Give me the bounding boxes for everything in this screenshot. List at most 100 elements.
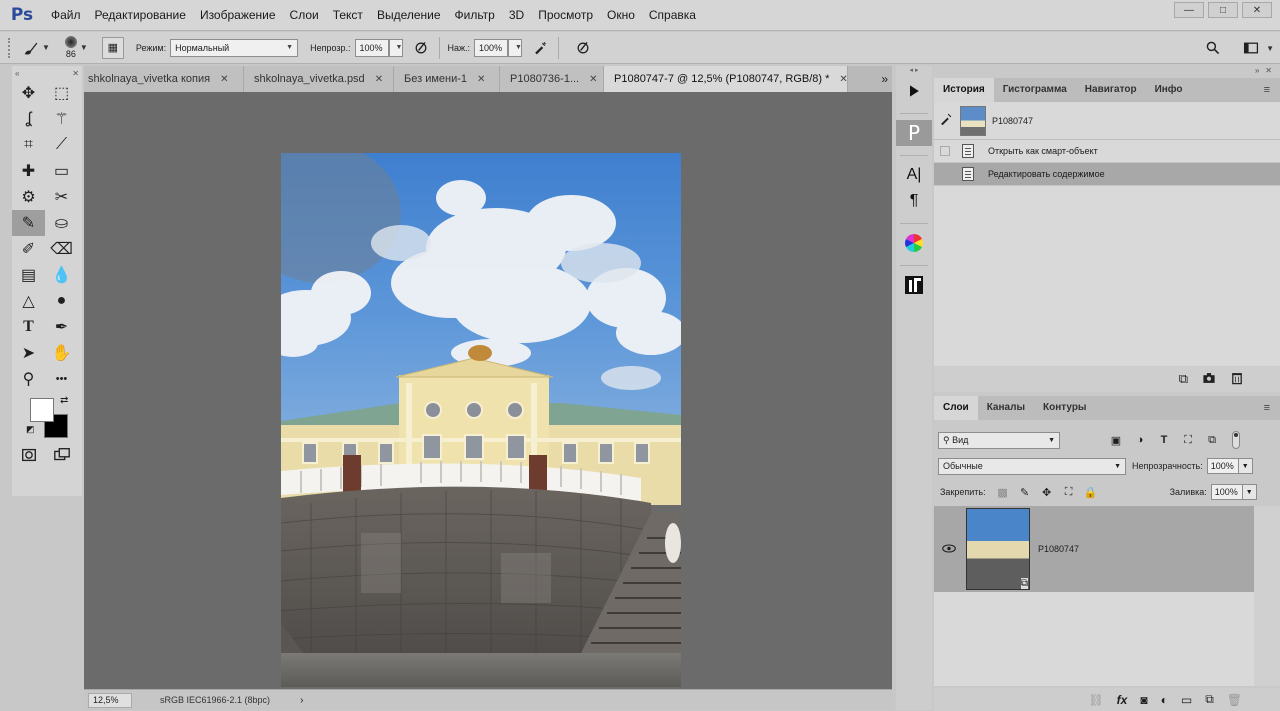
menu-window[interactable]: Окно (600, 0, 642, 31)
lock-pixels-icon[interactable]: ✎ (1014, 486, 1036, 499)
lock-all-icon[interactable]: 🔒 (1080, 486, 1102, 499)
quick-mask-icon[interactable] (12, 442, 45, 468)
menu-view[interactable]: Просмотр (531, 0, 600, 31)
close-icon[interactable]: ✕ (375, 74, 383, 85)
link-layers-icon[interactable]: ⛓ (1088, 693, 1103, 707)
panel-menu-icon[interactable]: ≡ (1264, 84, 1270, 96)
layer-row[interactable]: P1080747 (934, 506, 1254, 592)
mode-select[interactable]: Нормальный ▼ (170, 38, 299, 57)
character-icon[interactable]: A| (896, 162, 932, 188)
tab-overflow-icon[interactable]: » (881, 66, 888, 92)
chevron-down-icon[interactable]: ▼ (1266, 44, 1274, 53)
layer-opacity-input[interactable]: 100% (1206, 458, 1239, 474)
close-icon[interactable]: ✕ (1265, 66, 1272, 78)
color-wheel-icon[interactable] (896, 230, 932, 256)
tab-paths[interactable]: Контуры (1034, 396, 1095, 420)
type-icon[interactable]: T (12, 314, 45, 340)
stamp-icon[interactable]: ⛀ (45, 210, 78, 236)
dodge-icon[interactable]: △ (12, 288, 45, 314)
lock-position-icon[interactable]: ✥ (1036, 486, 1058, 499)
eraser-icon[interactable]: ⌫ (45, 236, 78, 262)
close-icon[interactable]: ✕ (839, 74, 847, 85)
maximize-button[interactable]: □ (1208, 2, 1238, 18)
zoom-icon[interactable]: ⚲ (12, 366, 45, 392)
layer-name[interactable]: P1080747 (1038, 544, 1079, 554)
history-snapshot[interactable]: P1080747 (934, 102, 1280, 140)
filter-adjustment-icon[interactable]: ◑ (1128, 434, 1152, 446)
tab-channels[interactable]: Каналы (978, 396, 1034, 420)
new-document-from-state-icon[interactable]: ⧉ (1179, 371, 1188, 387)
content-aware-icon[interactable]: ⚙ (12, 184, 45, 210)
chevron-down-icon[interactable]: ▼ (80, 43, 88, 52)
history-brush-source-icon[interactable] (934, 112, 958, 129)
opacity-input[interactable]: 100% (354, 38, 389, 57)
pressure-size-icon[interactable] (571, 37, 595, 59)
lock-artboard-icon[interactable]: ⛶ (1058, 486, 1080, 499)
menu-filter[interactable]: Фильтр (448, 0, 502, 31)
tab-info[interactable]: Инфо (1146, 78, 1192, 102)
close-window-button[interactable]: ✕ (1242, 2, 1272, 18)
pen-icon[interactable]: ✒ (45, 314, 78, 340)
chevron-down-icon[interactable]: ▼ (42, 43, 50, 52)
tab-navigator[interactable]: Навигатор (1076, 78, 1146, 102)
tab-shkolnaya-psd[interactable]: shkolnaya_vivetka.psd ✕ (244, 66, 394, 92)
lock-transparent-icon[interactable]: ▩ (992, 486, 1014, 499)
trash-icon[interactable] (1230, 371, 1244, 388)
minimize-button[interactable]: — (1174, 2, 1204, 18)
adjustment-layer-icon[interactable]: ◐ (1161, 693, 1168, 707)
menu-image[interactable]: Изображение (193, 0, 283, 31)
document-image[interactable] (281, 153, 681, 687)
history-brush-checkbox[interactable] (940, 169, 950, 179)
tab-untitled-1[interactable]: Без имени-1 ✕ (394, 66, 500, 92)
brush-icon[interactable]: ✎ (12, 210, 45, 236)
panel-menu-icon[interactable]: ≡ (1264, 402, 1270, 414)
tab-shkolnaya-copy[interactable]: shkolnaya_vivetka копия ✕ (84, 66, 244, 92)
filter-type-icon[interactable]: T (1152, 434, 1176, 446)
search-icon[interactable] (1196, 37, 1230, 59)
collapse-icon[interactable]: « (15, 69, 19, 78)
eyedropper-icon[interactable]: ⟋ (45, 132, 78, 158)
tab-histogram[interactable]: Гистограмма (994, 78, 1076, 102)
close-icon[interactable]: ✕ (589, 74, 597, 85)
tab-layers[interactable]: Слои (934, 396, 978, 420)
pressure-opacity-icon[interactable] (409, 37, 433, 59)
tab-p1080736[interactable]: P1080736-1... ✕ (500, 66, 604, 92)
close-icon[interactable]: ✕ (220, 74, 228, 85)
crop-icon[interactable]: ⌗ (12, 132, 45, 158)
layer-thumbnail[interactable] (966, 508, 1030, 590)
healing-brush-icon[interactable]: ✚ (12, 158, 45, 184)
magic-wand-icon[interactable]: ⚚ (45, 106, 78, 132)
path-select-icon[interactable]: ➤ (12, 340, 45, 366)
bandage-icon[interactable]: ▭ (45, 158, 78, 184)
layers-scrollbar[interactable] (1254, 506, 1280, 686)
move-icon[interactable]: ✥ (12, 80, 45, 106)
airbrush-icon[interactable] (528, 37, 552, 59)
filter-toggle[interactable] (1232, 431, 1240, 449)
blur-drop-icon[interactable]: 💧 (45, 262, 78, 288)
plugin-p-icon[interactable]: P (896, 120, 932, 146)
plugin-panel-icon[interactable] (896, 272, 932, 298)
menu-layers[interactable]: Слои (283, 0, 326, 31)
flow-input[interactable]: 100% (474, 38, 509, 57)
workspace-icon[interactable] (1236, 37, 1266, 59)
swap-colors-icon[interactable]: ⇄ (60, 395, 68, 406)
menu-help[interactable]: Справка (642, 0, 703, 31)
gradient-icon[interactable]: ▤ (12, 262, 45, 288)
canvas-pasteboard[interactable] (84, 92, 892, 689)
filter-pixel-icon[interactable]: ▣ (1104, 434, 1128, 447)
history-state-selected[interactable]: Редактировать содержимое (934, 163, 1280, 186)
filter-smart-object-icon[interactable]: ⧉ (1200, 434, 1224, 447)
blend-mode-select[interactable]: Обычные ▼ (938, 457, 1126, 475)
filter-shape-icon[interactable]: ⛶ (1176, 434, 1200, 447)
tab-p1080747-active[interactable]: P1080747-7 @ 12,5% (P1080747, RGB/8) * ✕ (604, 66, 848, 92)
screen-mode-icon[interactable] (45, 442, 78, 468)
content-move-icon[interactable]: ✂ (45, 184, 78, 210)
menu-edit[interactable]: Редактирование (88, 0, 193, 31)
chevron-down-icon[interactable]: ▼ (1238, 458, 1253, 474)
menu-select[interactable]: Выделение (370, 0, 448, 31)
filter-kind-select[interactable]: ⚲ Вид ▼ (938, 431, 1060, 449)
close-icon[interactable]: ✕ (72, 69, 79, 78)
default-colors-icon[interactable]: ◩ (26, 424, 35, 435)
more-tools-icon[interactable]: ••• (45, 366, 78, 392)
actions-play-icon[interactable] (896, 78, 932, 104)
